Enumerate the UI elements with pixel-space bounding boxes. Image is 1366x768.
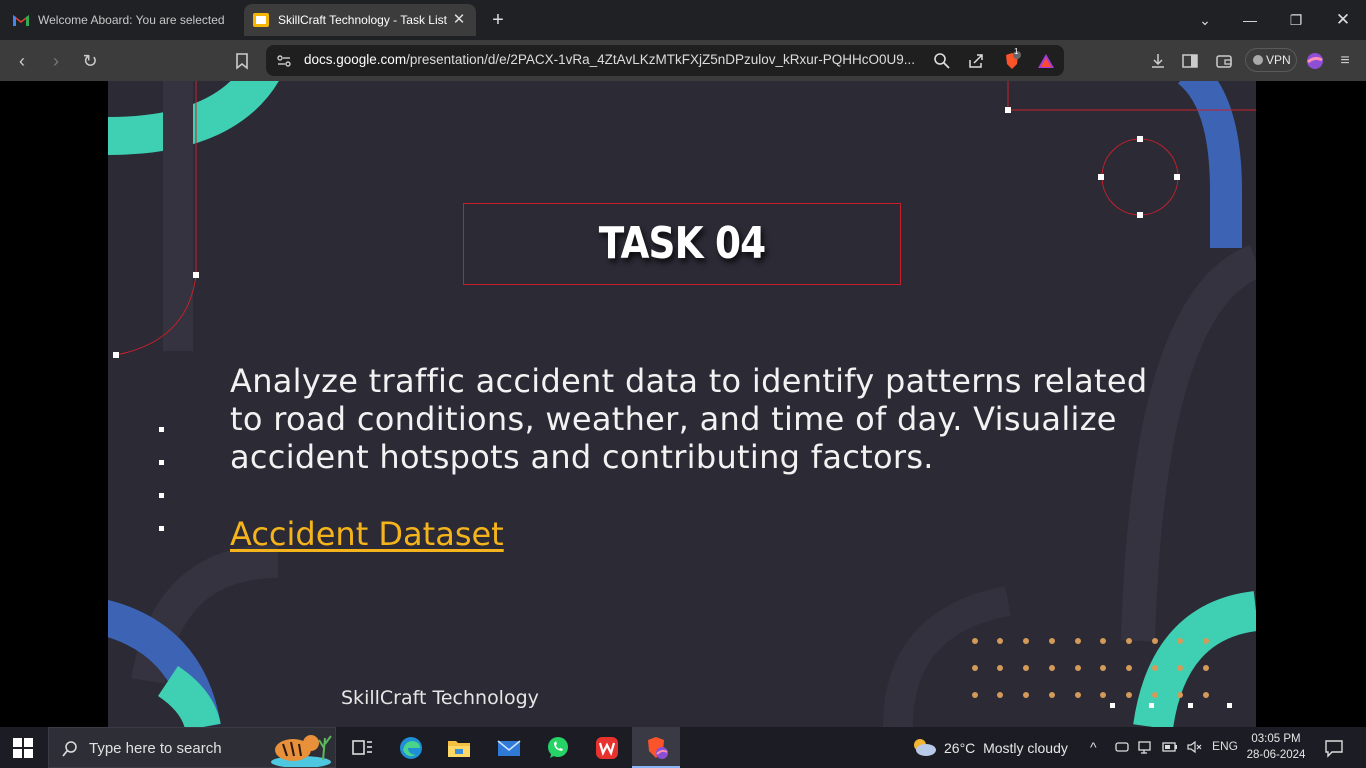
search-icon	[62, 741, 77, 757]
title-frame: TASK 04	[463, 203, 901, 285]
clock-date: 28-06-2024	[1246, 749, 1306, 761]
blue-arc-top-right	[1177, 81, 1242, 248]
mail-icon[interactable]	[496, 735, 522, 761]
close-window-button[interactable]: ✕	[1331, 8, 1355, 32]
page-viewport: TASK 04 Analyze traffic accident data to…	[0, 81, 1366, 727]
sidebar-icon[interactable]	[1180, 51, 1200, 71]
slide-footer: SkillCraft Technology	[341, 687, 539, 709]
reload-button[interactable]: ↻	[78, 49, 102, 73]
shield-badge: 1	[1014, 47, 1019, 56]
weather-widget[interactable]: 26°C Mostly cloudy	[944, 740, 1068, 756]
brave-taskbar-button[interactable]	[632, 727, 680, 768]
site-settings-icon[interactable]	[274, 51, 294, 71]
accident-dataset-link[interactable]: Accident Dataset	[230, 515, 504, 553]
address-bar[interactable]: docs.google.com/presentation/d/e/2PACX-1…	[266, 45, 1064, 76]
restore-button[interactable]: ❐	[1284, 8, 1308, 32]
search-highlight-tiger-icon	[271, 735, 332, 767]
close-tab-icon[interactable]: ✕	[450, 11, 468, 29]
clock-time: 03:05 PM	[1251, 733, 1301, 745]
tab-search-chevron-icon[interactable]: ⌄	[1193, 8, 1217, 32]
show-hidden-icons-icon[interactable]: ^	[1090, 739, 1097, 755]
meet-now-icon[interactable]	[1114, 739, 1130, 755]
forward-button[interactable]: ›	[44, 49, 68, 73]
red-circle	[1101, 138, 1179, 216]
taskbar-search-box[interactable]: Type here to search	[48, 727, 336, 768]
vpn-button[interactable]: VPN	[1245, 48, 1297, 72]
back-button[interactable]: ‹	[10, 49, 34, 73]
bookmark-icon[interactable]	[232, 51, 252, 71]
new-tab-button[interactable]: +	[487, 9, 509, 31]
brave-rewards-icon[interactable]	[1036, 51, 1056, 71]
tab-skillcraft[interactable]: SkillCraft Technology - Task List ✕	[244, 4, 476, 36]
file-explorer-icon[interactable]	[446, 735, 472, 761]
slide-title: TASK 04	[598, 218, 766, 269]
gmail-icon	[13, 15, 29, 26]
clock[interactable]: 03:05 PM 28-06-2024	[1245, 731, 1307, 763]
tab-gmail[interactable]: Welcome Aboard: You are selected f…	[0, 4, 240, 36]
browser-toolbar: ‹ › ↻ docs.google.com/presentation/d/e/2…	[0, 40, 1366, 81]
url-path: /presentation/d/e/2PACX-1vRa_4ZtAvLKzMTk…	[406, 52, 916, 67]
slide-body-text: Analyze traffic accident data to identif…	[230, 362, 1148, 476]
task-view-icon[interactable]	[349, 735, 375, 761]
download-icon[interactable]	[1148, 51, 1168, 71]
wps-office-icon[interactable]	[594, 735, 620, 761]
google-slides-icon	[253, 13, 269, 27]
weather-condition: Mostly cloudy	[983, 740, 1068, 756]
brave-shield-icon[interactable]	[1002, 51, 1022, 71]
url-text: docs.google.com/presentation/d/e/2PACX-1…	[304, 52, 924, 67]
search-placeholder: Type here to search	[89, 740, 222, 757]
tab-bar: Welcome Aboard: You are selected f… Skil…	[0, 0, 1366, 40]
language-indicator[interactable]: ENG	[1212, 739, 1238, 753]
share-icon[interactable]	[966, 51, 986, 71]
whatsapp-icon[interactable]	[545, 735, 571, 761]
tab-title: SkillCraft Technology - Task List	[278, 13, 447, 27]
cloudy-weather-icon[interactable]	[910, 735, 938, 759]
profile-avatar-icon[interactable]	[1305, 51, 1325, 71]
url-host: docs.google.com	[304, 52, 407, 67]
tab-title: Welcome Aboard: You are selected f…	[38, 13, 228, 27]
network-icon[interactable]	[1138, 739, 1154, 755]
windows-start-icon[interactable]	[12, 737, 34, 759]
weather-temp: 26°C	[944, 740, 976, 756]
presentation-slide: TASK 04 Analyze traffic accident data to…	[108, 81, 1256, 727]
brave-browser-icon	[648, 737, 668, 759]
volume-muted-icon[interactable]	[1186, 739, 1202, 755]
wallet-icon[interactable]	[1214, 51, 1234, 71]
minimize-button[interactable]: —	[1238, 8, 1262, 32]
edge-browser-icon[interactable]	[398, 735, 424, 761]
menu-icon[interactable]: ≡	[1333, 49, 1357, 73]
battery-icon[interactable]	[1162, 739, 1178, 755]
windows-taskbar: Type here to search 26°C Mostly cloudy ^…	[0, 727, 1366, 768]
zoom-icon[interactable]	[932, 51, 952, 71]
notification-icon[interactable]	[1324, 738, 1344, 758]
